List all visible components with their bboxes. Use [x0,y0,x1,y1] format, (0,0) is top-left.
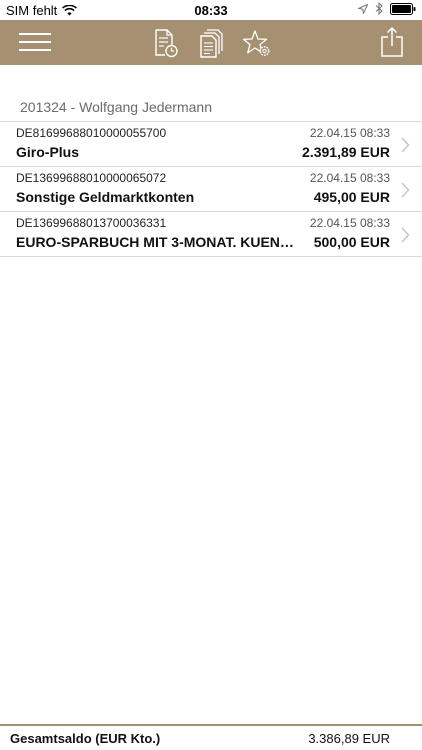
document-clock-icon [155,29,178,58]
documents-icon [200,29,223,58]
total-balance-value: 3.386,89 EUR [308,731,390,746]
toolbar [0,20,422,65]
documents-button[interactable] [198,27,226,59]
favorites-settings-button[interactable] [241,27,273,59]
star-gear-icon [242,30,270,56]
location-arrow-icon [358,3,368,14]
account-owner-header: 201324 - Wolfgang Jedermann [20,99,212,115]
bluetooth-icon [375,2,383,15]
account-row[interactable]: DE13699688010000065072 22.04.15 08:33 So… [0,167,422,212]
account-iban: DE81699688010000055700 [16,126,167,140]
history-button[interactable] [152,27,180,59]
account-balance: 500,00 EUR [313,234,390,250]
account-balance: 495,00 EUR [313,189,390,205]
total-balance-label: Gesamtsaldo (EUR Kto.) [10,731,161,746]
account-name: EURO-SPARBUCH MIT 3-MONAT. KUENDI... [16,234,298,250]
status-bar: SIM fehlt 08:33 [0,0,422,20]
account-row[interactable]: DE81699688010000055700 22.04.15 08:33 Gi… [0,122,422,167]
chevron-right-icon [401,137,410,153]
chevron-right-icon [401,227,410,243]
menu-button[interactable] [16,29,54,55]
share-button[interactable] [378,25,406,59]
account-name: Sonstige Geldmarktkonten [16,189,195,205]
account-date: 22.04.15 08:33 [309,216,390,230]
account-balance: 2.391,89 EUR [302,144,390,160]
total-balance-bar: Gesamtsaldo (EUR Kto.) 3.386,89 EUR [0,724,422,750]
chevron-right-icon [401,182,410,198]
menu-icon [19,33,51,51]
account-iban: DE13699688010000065072 [16,171,167,185]
section-header: 201324 - Wolfgang Jedermann [0,65,422,121]
account-list: DE81699688010000055700 22.04.15 08:33 Gi… [0,121,422,257]
account-row[interactable]: DE13699688013700036331 22.04.15 08:33 EU… [0,212,422,257]
battery-icon [390,2,416,15]
account-date: 22.04.15 08:33 [309,126,390,140]
account-iban: DE13699688013700036331 [16,216,167,230]
share-icon [381,26,403,57]
account-name: Giro-Plus [16,144,80,160]
status-right [358,2,416,15]
account-date: 22.04.15 08:33 [309,171,390,185]
